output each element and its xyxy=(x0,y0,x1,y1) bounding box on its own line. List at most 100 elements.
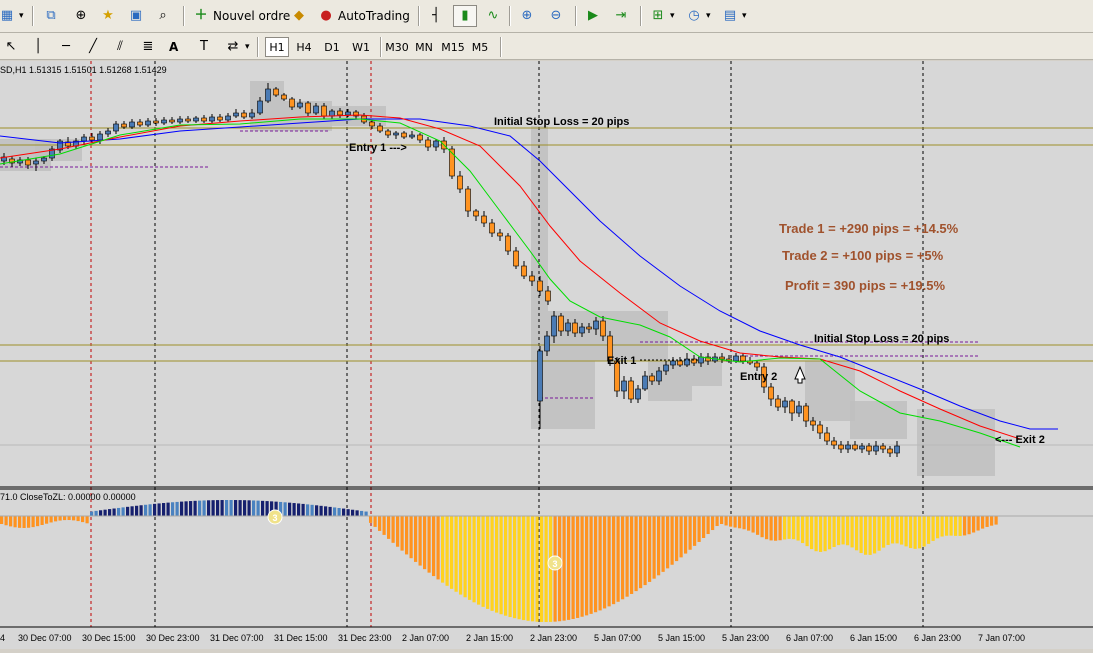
indicator-bar xyxy=(940,516,944,537)
timeframe-mn[interactable]: MN xyxy=(412,37,436,57)
cursor-button[interactable]: ↖ xyxy=(0,36,22,58)
indicator-bar xyxy=(589,516,593,614)
indicator-bar xyxy=(90,511,94,516)
candle xyxy=(377,125,383,132)
timeframe-m15[interactable]: M15 xyxy=(440,37,466,57)
timeframe-h1[interactable]: H1 xyxy=(265,37,289,57)
candle xyxy=(505,235,511,252)
bar-chart-button[interactable]: ┤ xyxy=(425,5,447,27)
indicator-bar xyxy=(54,516,58,522)
indicator-bar xyxy=(904,516,908,547)
chart-shift-button[interactable]: ⇥ xyxy=(610,5,632,27)
indicator-bar xyxy=(301,503,305,516)
autotrading-button[interactable]: ● AutoTrading xyxy=(315,5,413,27)
candle xyxy=(145,120,151,126)
indicator-bar xyxy=(522,516,526,621)
vertical-line-button[interactable]: │ xyxy=(27,36,49,58)
search-button[interactable]: ⌕ xyxy=(152,5,174,27)
timeframe-m5[interactable]: M5 xyxy=(468,37,492,57)
timeframe-m30[interactable]: M30 xyxy=(384,37,410,57)
indicator-bar xyxy=(814,516,818,552)
candle xyxy=(369,121,375,127)
indicator-bar xyxy=(679,516,683,558)
candle xyxy=(345,111,351,116)
periods-button[interactable]: ◷ ▾ xyxy=(683,5,714,27)
fibonacci-button[interactable]: ≣ xyxy=(137,36,159,58)
indicator-bar xyxy=(85,516,89,524)
indicator-bar xyxy=(18,516,22,528)
fibonacci-icon: ≣ xyxy=(142,39,154,54)
indicator-bar xyxy=(765,516,769,540)
autoscroll-button[interactable]: ▶ xyxy=(582,5,604,27)
indicator-bar xyxy=(598,516,602,611)
crosshair-button[interactable]: ⊕ xyxy=(70,5,92,27)
trade-1-result: Trade 1 = +290 pips = +14.5% xyxy=(779,221,959,236)
indicator-bar xyxy=(702,516,706,538)
indicator-bar xyxy=(441,516,445,583)
indicator-bar xyxy=(666,516,670,569)
drawing-toolbar: ↖ │ ─ ╱ ⫽ ≣ A T ⇄ ▾ H1 H4 D1 W1 M30 MN M1… xyxy=(0,33,1093,60)
indicator-bar xyxy=(747,516,751,531)
candle xyxy=(233,112,239,117)
favorites-button[interactable]: ★ xyxy=(97,5,119,27)
indicator-bar xyxy=(216,500,220,516)
text-label-button[interactable]: T xyxy=(193,36,215,58)
timeframe-w1[interactable]: W1 xyxy=(348,37,374,57)
indicator-bar xyxy=(382,516,386,535)
indicator-bar xyxy=(189,501,193,516)
navigator-button[interactable]: ▣ xyxy=(125,5,147,27)
indicator-bar xyxy=(396,516,400,547)
text-button[interactable]: A xyxy=(166,36,181,58)
indicator-bar xyxy=(261,500,265,516)
templates-button[interactable]: ▤ ▾ xyxy=(719,5,750,27)
indicator-bar xyxy=(333,507,337,516)
indicator-bar xyxy=(823,516,827,552)
indicator-bar xyxy=(481,516,485,607)
new-order-button[interactable]: ＋ Nouvel ordre xyxy=(190,5,293,27)
indicator-bar xyxy=(144,504,148,516)
indicator-bar xyxy=(963,516,967,536)
indicator-bar xyxy=(715,516,719,527)
arrows-button[interactable]: ⇄ ▾ xyxy=(222,36,253,58)
timeframe-h4[interactable]: H4 xyxy=(292,37,316,57)
trendline-button[interactable]: ╱ xyxy=(82,36,104,58)
time-label: 6 Jan 07:00 xyxy=(786,633,833,643)
candle xyxy=(25,159,31,166)
new-chart-button[interactable]: ▦ ▾ xyxy=(0,5,27,27)
price-chart[interactable]: SD,H1 1.51315 1.51501 1.51268 1.51429 71… xyxy=(0,61,1093,649)
candle xyxy=(217,116,223,121)
indicator-bar xyxy=(247,500,251,516)
indicator-bar xyxy=(207,500,211,516)
line-chart-button[interactable]: ∿ xyxy=(482,5,504,27)
horizontal-line-button[interactable]: ─ xyxy=(55,36,77,58)
candle xyxy=(105,130,111,135)
chart-window[interactable]: SD,H1 1.51315 1.51501 1.51268 1.51429 71… xyxy=(0,61,1093,649)
indicator-bar xyxy=(153,503,157,516)
candle xyxy=(754,362,760,368)
channel-button[interactable]: ⫽ xyxy=(109,36,131,58)
indicator-bar xyxy=(949,516,953,536)
indicator-bar xyxy=(927,516,931,544)
indicator-bar xyxy=(648,516,652,582)
candlestick-button[interactable]: ▮ xyxy=(453,5,477,27)
timeframe-d1[interactable]: D1 xyxy=(320,37,344,57)
zoom-out-button[interactable]: ⊖ xyxy=(545,5,567,27)
indicators-button[interactable]: ⊞ ▾ xyxy=(647,5,678,27)
indicator-bar xyxy=(517,516,521,620)
time-label: 5 Jan 23:00 xyxy=(722,633,769,643)
indicator-bar xyxy=(913,516,917,549)
time-label: 6 Jan 15:00 xyxy=(850,633,897,643)
zoom-in-button[interactable]: ⊕ xyxy=(516,5,538,27)
chevron-down-icon: ▾ xyxy=(245,42,250,52)
market-watch-button[interactable]: ◆ xyxy=(288,5,310,27)
indicator-bar xyxy=(468,516,472,600)
indicator-bar xyxy=(229,500,233,516)
indicator-bar xyxy=(454,516,458,592)
candle xyxy=(803,405,809,422)
toolbar-separator xyxy=(183,6,185,26)
indicator-bar xyxy=(882,516,886,548)
indicator-bar xyxy=(724,516,728,526)
indicator-bar xyxy=(859,516,863,554)
stop-loss-2-label: Initial Stop Loss = 20 pips xyxy=(814,333,949,345)
profiles-button[interactable]: ⧉ xyxy=(40,5,62,27)
